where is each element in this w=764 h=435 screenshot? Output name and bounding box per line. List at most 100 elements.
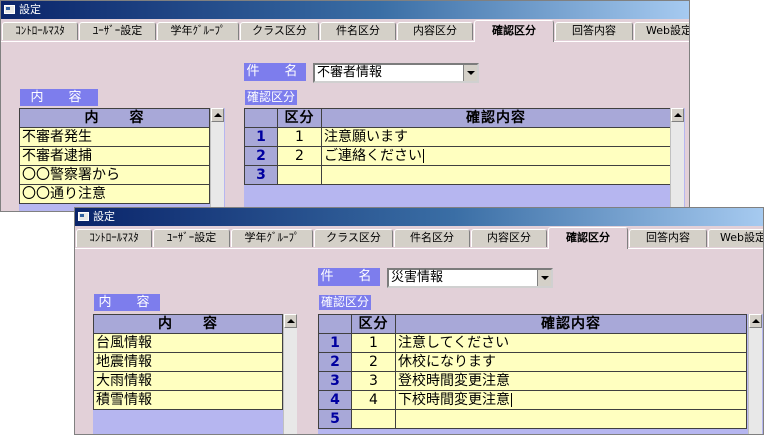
tab-web-settings[interactable]: Web設定 <box>708 229 763 247</box>
list-item[interactable]: 積雪情報 <box>93 390 283 410</box>
confirm-content-column-header: 確認内容 <box>321 108 671 128</box>
row-number[interactable]: 3 <box>318 371 352 391</box>
tab-strip: ｺﾝﾄﾛｰﾙﾏｽﾀ ﾕｰｻﾞｰ設定 学年ｸﾞﾙｰﾌﾟ クラス区分 件名区分 内容… <box>75 227 763 249</box>
row-header-corner <box>244 108 278 128</box>
tab-control-master[interactable]: ｺﾝﾄﾛｰﾙﾏｽﾀ <box>76 229 152 247</box>
kubun-cell[interactable]: 1 <box>351 333 396 353</box>
kubun-column-header: 区分 <box>277 108 322 128</box>
confirm-content-cell[interactable] <box>395 409 747 429</box>
row-number[interactable]: 3 <box>244 165 278 185</box>
table-row[interactable]: 1 1 注意願います <box>244 127 671 147</box>
scroll-up-arrow-icon[interactable] <box>749 314 762 328</box>
title-bar[interactable]: 設定 <box>75 208 763 226</box>
confirm-grid-scrollbar[interactable] <box>670 108 684 211</box>
confirm-content-cell[interactable]: ご連絡ください <box>321 146 671 166</box>
tab-subject-kubun[interactable]: 件名区分 <box>320 22 396 40</box>
list-item[interactable]: 〇〇警察署から <box>19 165 210 185</box>
confirm-content-cell[interactable] <box>321 165 671 185</box>
list-item[interactable]: 地震情報 <box>93 352 283 372</box>
list-item[interactable]: 不審者発生 <box>19 127 210 147</box>
tab-confirm-kubun[interactable]: 確認区分 <box>548 227 628 249</box>
row-number[interactable]: 2 <box>318 352 352 372</box>
subject-combobox[interactable]: 災害情報 <box>387 268 553 288</box>
table-row[interactable]: 4 4 下校時間変更注意 <box>318 390 747 410</box>
row-header-corner <box>318 314 352 334</box>
confirm-kubun-grid[interactable]: 区分 確認内容 1 1 注意願います 2 2 ご連絡ください 3 <box>244 108 685 211</box>
row-number[interactable]: 2 <box>244 146 278 166</box>
tab-divider <box>1 41 689 42</box>
settings-window-front: 設定 ｺﾝﾄﾛｰﾙﾏｽﾀ ﾕｰｻﾞｰ設定 学年ｸﾞﾙｰﾌﾟ クラス区分 件名区分… <box>74 207 764 435</box>
confirm-content-text: ご連絡ください <box>324 147 422 164</box>
kubun-cell[interactable]: 4 <box>351 390 396 410</box>
kubun-cell[interactable]: 2 <box>277 146 322 166</box>
content-list-grid[interactable]: 内 容 台風情報 地震情報 大雨情報 積雪情報 <box>93 314 297 434</box>
kubun-column-header: 区分 <box>351 314 396 334</box>
tab-answer-content[interactable]: 回答内容 <box>555 22 633 40</box>
confirm-grid-scrollbar[interactable] <box>748 314 762 434</box>
confirm-content-text: 下校時間変更注意 <box>398 391 510 408</box>
tab-web-settings[interactable]: Web設定 <box>634 22 689 40</box>
tab-content-kubun[interactable]: 内容区分 <box>397 22 473 40</box>
tab-grade-group[interactable]: 学年ｸﾞﾙｰﾌﾟ <box>231 229 313 247</box>
window-icon[interactable] <box>78 212 89 221</box>
content-column-header: 内 容 <box>19 108 210 128</box>
kubun-cell[interactable] <box>351 409 396 429</box>
scroll-up-arrow-icon[interactable] <box>671 108 684 122</box>
tab-grade-group[interactable]: 学年ｸﾞﾙｰﾌﾟ <box>157 22 239 40</box>
subject-label: 件 名 <box>318 268 380 286</box>
confirm-content-cell[interactable]: 登校時間変更注意 <box>395 371 747 391</box>
table-row[interactable]: 2 2 ご連絡ください <box>244 146 671 166</box>
tab-class-kubun[interactable]: クラス区分 <box>314 229 393 247</box>
tab-answer-content[interactable]: 回答内容 <box>629 229 707 247</box>
row-number[interactable]: 1 <box>244 127 278 147</box>
text-cursor <box>423 148 424 163</box>
confirm-content-column-header: 確認内容 <box>395 314 747 334</box>
kubun-cell[interactable] <box>277 165 322 185</box>
table-row[interactable]: 2 2 休校になります <box>318 352 747 372</box>
content-list-scrollbar[interactable] <box>210 108 224 211</box>
kubun-cell[interactable]: 2 <box>351 352 396 372</box>
subject-combobox[interactable]: 不審者情報 <box>313 63 479 83</box>
list-item[interactable]: 大雨情報 <box>93 371 283 391</box>
title-bar[interactable]: 設定 <box>1 1 689 19</box>
content-label: 内 容 <box>20 89 98 106</box>
window-title: 設定 <box>19 3 41 16</box>
tab-subject-kubun[interactable]: 件名区分 <box>394 229 470 247</box>
dropdown-arrow-icon[interactable] <box>463 65 477 81</box>
subject-combobox-value: 災害情報 <box>391 270 444 285</box>
kubun-cell[interactable]: 1 <box>277 127 322 147</box>
scroll-up-arrow-icon[interactable] <box>284 314 297 328</box>
confirm-kubun-label: 確認区分 <box>319 295 372 310</box>
table-row[interactable]: 3 <box>244 165 671 185</box>
text-cursor <box>511 392 512 407</box>
confirm-content-cell[interactable]: 注意願います <box>321 127 671 147</box>
content-label: 内 容 <box>94 294 160 311</box>
content-list-scrollbar[interactable] <box>283 314 297 434</box>
table-row[interactable]: 1 1 注意してください <box>318 333 747 353</box>
confirm-content-cell[interactable]: 注意してください <box>395 333 747 353</box>
row-number[interactable]: 1 <box>318 333 352 353</box>
settings-window-back: 設定 ｺﾝﾄﾛｰﾙﾏｽﾀ ﾕｰｻﾞｰ設定 学年ｸﾞﾙｰﾌﾟ クラス区分 件名区分… <box>0 0 690 212</box>
list-item[interactable]: 台風情報 <box>93 333 283 353</box>
content-list-grid[interactable]: 内 容 不審者発生 不審者逮捕 〇〇警察署から 〇〇通り注意 <box>19 108 225 211</box>
list-item[interactable]: 〇〇通り注意 <box>19 184 210 204</box>
confirm-content-cell[interactable]: 休校になります <box>395 352 747 372</box>
confirm-kubun-grid[interactable]: 区分 確認内容 1 1 注意してください 2 2 休校になります 3 3 登校時… <box>318 314 763 434</box>
list-item[interactable]: 不審者逮捕 <box>19 146 210 166</box>
table-row[interactable]: 5 <box>318 409 747 429</box>
tab-class-kubun[interactable]: クラス区分 <box>240 22 319 40</box>
tab-content-kubun[interactable]: 内容区分 <box>471 229 547 247</box>
row-number[interactable]: 5 <box>318 409 352 429</box>
tab-user-settings[interactable]: ﾕｰｻﾞｰ設定 <box>79 22 156 40</box>
tab-confirm-kubun[interactable]: 確認区分 <box>474 20 554 42</box>
scroll-up-arrow-icon[interactable] <box>211 108 224 122</box>
tab-user-settings[interactable]: ﾕｰｻﾞｰ設定 <box>153 229 230 247</box>
window-icon[interactable] <box>4 5 15 14</box>
tab-control-master[interactable]: ｺﾝﾄﾛｰﾙﾏｽﾀ <box>2 22 78 40</box>
tab-strip: ｺﾝﾄﾛｰﾙﾏｽﾀ ﾕｰｻﾞｰ設定 学年ｸﾞﾙｰﾌﾟ クラス区分 件名区分 内容… <box>1 20 689 42</box>
kubun-cell[interactable]: 3 <box>351 371 396 391</box>
dropdown-arrow-icon[interactable] <box>537 270 551 286</box>
table-row[interactable]: 3 3 登校時間変更注意 <box>318 371 747 391</box>
confirm-content-cell[interactable]: 下校時間変更注意 <box>395 390 747 410</box>
row-number[interactable]: 4 <box>318 390 352 410</box>
